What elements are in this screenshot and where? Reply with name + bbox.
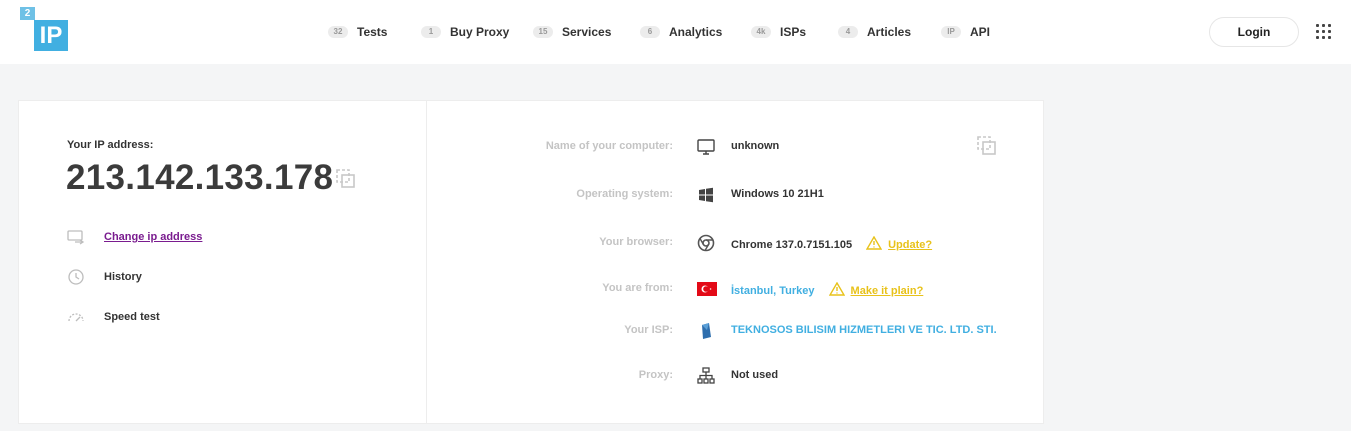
nav-item-articles[interactable]: 4 Articles (838, 24, 911, 40)
history-row[interactable]: History (67, 268, 142, 286)
info-row-computer: Name of your computer: unknown (427, 137, 1045, 157)
login-button[interactable]: Login (1209, 17, 1299, 47)
browser-value-group: Chrome 137.0.7151.105 Update? (731, 235, 933, 253)
info-row-proxy: Proxy: Not used (427, 366, 1045, 386)
chrome-logo-icon (697, 234, 715, 252)
nav-badge: 6 (640, 26, 660, 38)
network-tree-icon (697, 367, 715, 385)
nav-badge: IP (941, 26, 961, 38)
warning-triangle-icon (828, 281, 845, 299)
nav-label: ISPs (780, 25, 807, 39)
nav-label: Services (562, 25, 612, 39)
nav-item-api[interactable]: IP API (941, 24, 990, 40)
monitor-icon (697, 138, 715, 156)
nav-badge: 1 (421, 26, 441, 38)
change-ip-link[interactable]: Change ip address (104, 231, 202, 243)
nav-label: Buy Proxy (450, 25, 510, 39)
ip-address-label: Your IP address: (67, 139, 154, 151)
nav-badge: 4k (751, 26, 771, 38)
location-value[interactable]: İstanbul, Turkey (731, 285, 815, 297)
speed-test-row[interactable]: Speed test (67, 308, 160, 326)
computer-name-value: unknown (731, 140, 780, 152)
proxy-value: Not used (731, 369, 779, 381)
proxy-label: Proxy: (638, 369, 673, 381)
history-clock-icon (67, 268, 85, 286)
isp-logo-icon (697, 322, 715, 340)
history-label: History (104, 271, 142, 283)
update-browser-link[interactable]: Update? (865, 235, 933, 253)
speed-test-label: Speed test (104, 311, 160, 323)
browser-label: Your browser: (599, 236, 673, 248)
info-row-os: Operating system: Windows 10 21H1 (427, 185, 1045, 205)
info-row-isp: Your ISP: TEKNOSOS BILISIM HIZMETLERI VE… (427, 321, 1045, 341)
speedometer-icon (67, 308, 85, 326)
ip-info-card: Your IP address: 213.142.133.178 Change … (18, 100, 1044, 424)
swap-monitor-icon (67, 228, 85, 246)
nav-item-services[interactable]: 15 Services (533, 24, 611, 40)
copy-info-icon[interactable] (977, 136, 997, 156)
main-nav: 32 Tests 1 Buy Proxy 15 Services 6 Analy… (0, 0, 1351, 64)
nav-label: API (970, 25, 991, 39)
location-value-group: İstanbul, Turkey Make it plain? (731, 281, 924, 299)
top-header: 2 IP 32 Tests 1 Buy Proxy 15 Services 6 … (0, 0, 1351, 64)
nav-item-buy-proxy[interactable]: 1 Buy Proxy (421, 24, 509, 40)
nav-badge: 4 (838, 26, 858, 38)
nav-label: Articles (867, 25, 912, 39)
make-it-plain-label: Make it plain? (850, 284, 924, 297)
warning-triangle-icon (865, 235, 883, 253)
os-label: Operating system: (576, 188, 673, 200)
isp-label: Your ISP: (624, 324, 673, 336)
change-ip-row: Change ip address (67, 228, 202, 246)
nav-item-analytics[interactable]: 6 Analytics (640, 24, 722, 40)
nav-badge: 15 (533, 26, 553, 38)
make-it-plain-link[interactable]: Make it plain? (828, 281, 924, 299)
info-row-location: You are from: İstanbul, Turkey Make it p… (427, 279, 1045, 299)
isp-value[interactable]: TEKNOSOS BILISIM HIZMETLERI VE TIC. LTD.… (731, 324, 997, 336)
nav-item-tests[interactable]: 32 Tests (328, 24, 387, 40)
nav-label: Tests (357, 25, 388, 39)
turkey-flag-icon (697, 282, 717, 300)
nav-badge: 32 (328, 26, 348, 38)
location-label: You are from: (602, 282, 673, 294)
info-row-browser: Your browser: Chrome 137.0.7151.105 Upda… (427, 233, 1045, 253)
windows-logo-icon (697, 186, 715, 204)
computer-name-label: Name of your computer: (545, 140, 673, 152)
browser-value: Chrome 137.0.7151.105 (731, 238, 853, 251)
nav-label: Analytics (669, 25, 723, 39)
nav-item-isps[interactable]: 4k ISPs (751, 24, 806, 40)
ip-address-value[interactable]: 213.142.133.178 (66, 158, 333, 198)
update-browser-label: Update? (888, 238, 933, 251)
copy-ip-icon[interactable] (336, 169, 356, 189)
os-value: Windows 10 21H1 (731, 188, 824, 200)
apps-grid-icon[interactable] (1316, 24, 1332, 40)
